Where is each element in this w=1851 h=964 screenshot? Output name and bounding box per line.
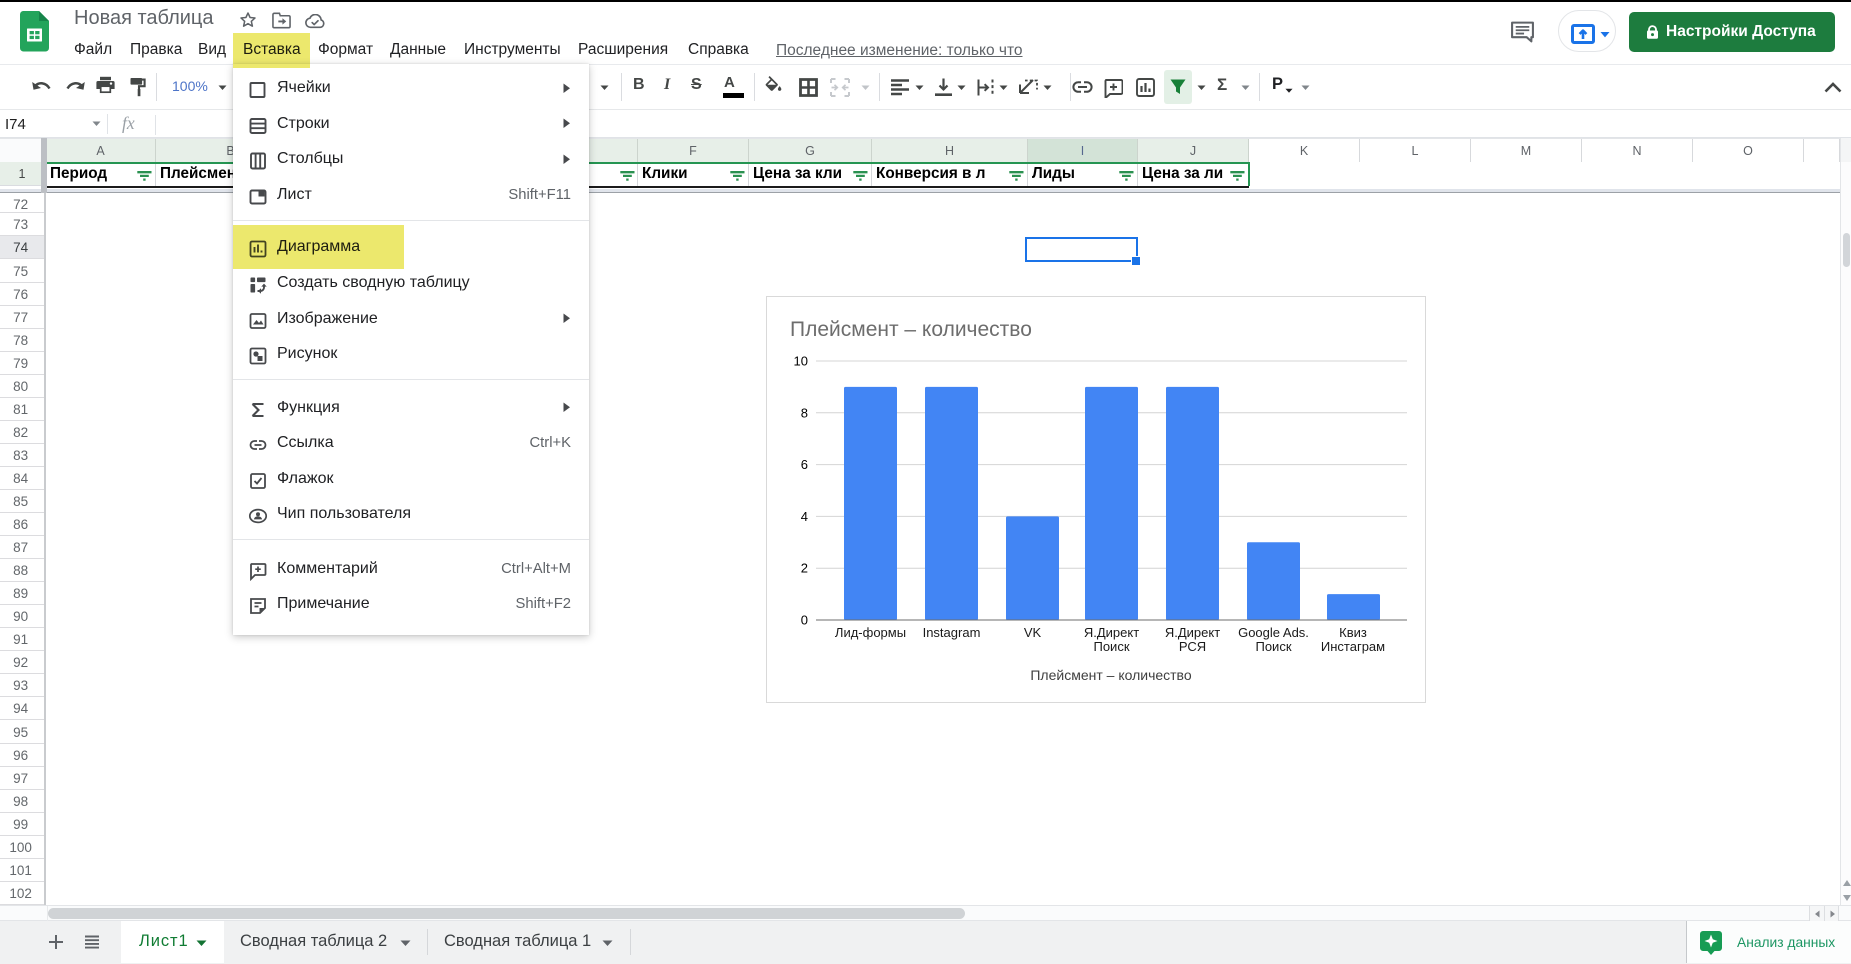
svg-text:Лид-формы: Лид-формы bbox=[835, 625, 906, 640]
svg-text:Google Ads.: Google Ads. bbox=[1238, 625, 1309, 640]
svg-text:Плейсмент – количество: Плейсмент – количество bbox=[790, 318, 1032, 341]
svg-text:Инстаграм: Инстаграм bbox=[1321, 639, 1385, 654]
svg-text:Поиск: Поиск bbox=[1255, 639, 1291, 654]
svg-text:0: 0 bbox=[801, 613, 808, 628]
svg-text:2: 2 bbox=[801, 561, 808, 576]
svg-text:Плейсмент – количество: Плейсмент – количество bbox=[1030, 667, 1191, 683]
svg-text:4: 4 bbox=[801, 509, 808, 524]
svg-text:8: 8 bbox=[801, 405, 808, 420]
svg-text:Поиск: Поиск bbox=[1093, 639, 1129, 654]
svg-text:Я.Директ: Я.Директ bbox=[1165, 625, 1220, 640]
svg-text:VK: VK bbox=[1024, 625, 1042, 640]
svg-text:Я.Директ: Я.Директ bbox=[1084, 625, 1139, 640]
svg-text:РСЯ: РСЯ bbox=[1179, 639, 1206, 654]
svg-text:6: 6 bbox=[801, 457, 808, 472]
svg-text:Квиз: Квиз bbox=[1339, 625, 1367, 640]
svg-text:Instagram: Instagram bbox=[923, 625, 981, 640]
svg-text:10: 10 bbox=[794, 354, 808, 369]
